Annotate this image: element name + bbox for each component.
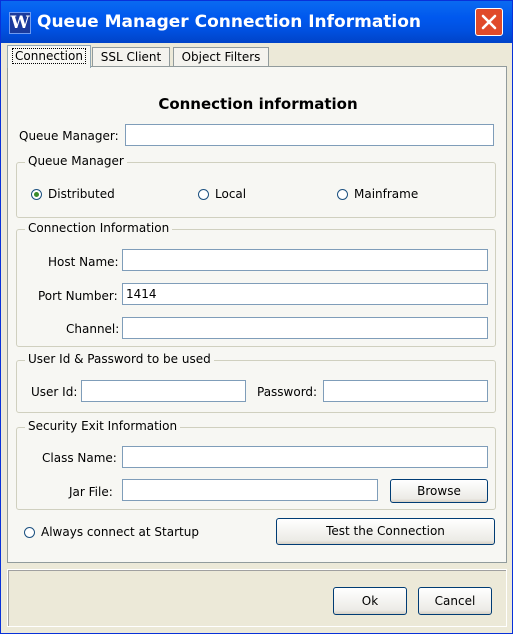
connection-info-group-title: Connection Information — [25, 221, 173, 235]
mainframe-radio[interactable] — [337, 189, 348, 200]
tab-ssl-client-label: SSL Client — [100, 50, 162, 64]
user-id-label: User Id: — [31, 385, 78, 399]
host-name-input[interactable] — [122, 249, 488, 271]
local-radio[interactable] — [198, 189, 209, 200]
port-number-label: Port Number: — [38, 289, 118, 303]
queue-manager-group: Queue Manager Distributed Local Mainfram… — [16, 154, 496, 218]
connection-info-group: Connection Information Host Name: Port N… — [16, 221, 496, 347]
app-logo-icon: W — [9, 12, 31, 34]
always-connect-radio[interactable] — [24, 527, 35, 538]
panel-heading: Connection information — [158, 95, 358, 113]
cancel-button[interactable]: Cancel — [418, 587, 492, 615]
queue-manager-label: Queue Manager: — [19, 129, 119, 143]
test-connection-button[interactable]: Test the Connection — [276, 518, 495, 545]
connection-panel: Connection information Queue Manager: Qu… — [7, 66, 507, 563]
always-connect-label[interactable]: Always connect at Startup — [41, 525, 199, 539]
title-bar[interactable]: W Queue Manager Connection Information — [1, 1, 512, 43]
security-exit-group: Security Exit Information Class Name: Ja… — [16, 419, 496, 510]
jar-file-label: Jar File: — [69, 485, 113, 499]
password-label: Password: — [257, 385, 318, 399]
channel-label: Channel: — [66, 322, 120, 336]
local-label[interactable]: Local — [215, 187, 246, 201]
user-credentials-group-title: User Id & Password to be used — [25, 352, 214, 366]
tab-bar: Connection SSL Client Object Filters — [7, 45, 507, 68]
tab-object-filters[interactable]: Object Filters — [173, 47, 269, 67]
jar-file-input[interactable] — [122, 479, 378, 501]
ok-button[interactable]: Ok — [333, 587, 407, 615]
close-icon — [481, 14, 497, 30]
queue-manager-input[interactable] — [125, 124, 494, 146]
channel-input[interactable] — [122, 317, 488, 339]
distributed-radio[interactable] — [31, 189, 42, 200]
tab-connection-label: Connection — [12, 48, 86, 64]
tab-ssl-client[interactable]: SSL Client — [92, 47, 170, 67]
user-id-input[interactable] — [81, 380, 246, 402]
close-button[interactable] — [475, 8, 503, 36]
tab-object-filters-label: Object Filters — [181, 50, 261, 64]
tab-connection[interactable]: Connection — [7, 45, 91, 68]
class-name-input[interactable] — [122, 446, 488, 468]
dialog-window: W Queue Manager Connection Information C… — [0, 0, 513, 634]
browse-button[interactable]: Browse — [390, 479, 488, 503]
distributed-label[interactable]: Distributed — [48, 187, 115, 201]
password-input[interactable] — [323, 380, 488, 402]
window-title: Queue Manager Connection Information — [37, 12, 422, 32]
port-number-input[interactable]: 1414 — [122, 283, 488, 305]
queue-manager-group-title: Queue Manager — [25, 154, 127, 168]
user-credentials-group: User Id & Password to be used User Id: P… — [16, 352, 496, 413]
mainframe-label[interactable]: Mainframe — [354, 187, 418, 201]
security-exit-group-title: Security Exit Information — [25, 419, 181, 433]
class-name-label: Class Name: — [42, 451, 117, 465]
host-name-label: Host Name: — [48, 255, 119, 269]
